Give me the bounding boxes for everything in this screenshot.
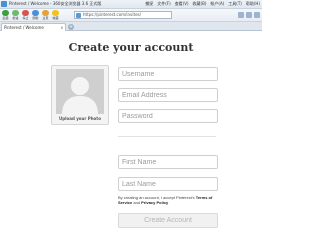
tab-label: Pinterest / Welcome (4, 25, 44, 30)
browser-logo-icon (1, 1, 7, 7)
menu-item-favorites[interactable]: 收藏(B) (193, 1, 207, 7)
upload-photo-box[interactable]: Upload your Photo (51, 65, 109, 125)
tab-pinterest-welcome[interactable]: Pinterest / Welcome x (1, 23, 66, 31)
home-button[interactable]: 主页 (41, 10, 50, 21)
window-title: Pinterest / Welcome - 360安全浏览器 3.6 正式版 (9, 1, 102, 6)
menu-item-help[interactable]: 帮助(H) (246, 1, 260, 7)
menu-item-account[interactable]: 帐户(A) (210, 1, 224, 7)
tab-bar: Pinterest / Welcome x + (0, 22, 262, 31)
site-identity-icon (76, 13, 81, 18)
default-avatar-silhouette (56, 69, 104, 114)
menu-bar: 捕捉 文件(F) 查看(V) 收藏(B) 帐户(A) 工具(T) 帮助(H) (145, 1, 260, 7)
address-bar[interactable]: https://pinterest.com/invites/ (74, 11, 172, 19)
extension-icon[interactable] (254, 12, 260, 18)
first-name-field[interactable] (118, 155, 218, 169)
email-field[interactable] (118, 88, 218, 102)
forward-button[interactable]: 前进 (11, 10, 20, 21)
favorites-button[interactable]: 收藏 (51, 10, 60, 21)
extension-icon[interactable] (246, 12, 252, 18)
menu-item-capture[interactable]: 捕捉 (145, 1, 153, 7)
upload-photo-label[interactable]: Upload your Photo (52, 116, 108, 122)
menu-item-file[interactable]: 文件(F) (157, 1, 170, 7)
address-url: https://pinterest.com/invites/ (83, 12, 141, 17)
privacy-policy-link[interactable]: Privacy Policy (141, 200, 168, 205)
menu-item-tools[interactable]: 工具(T) (228, 1, 242, 7)
password-field[interactable] (118, 109, 218, 123)
browser-title-bar: Pinterest / Welcome - 360安全浏览器 3.6 正式版 捕… (0, 0, 262, 9)
last-name-field[interactable] (118, 177, 218, 191)
create-account-button[interactable]: Create Account (118, 213, 218, 228)
close-tab-icon[interactable]: x (61, 24, 63, 31)
form-divider (118, 136, 216, 137)
username-field[interactable] (118, 67, 218, 81)
stop-button[interactable]: 停止 (21, 10, 30, 21)
browser-toolbar: 后退 前进 停止 刷新 主页 收藏 https://pinterest.com/… (0, 9, 262, 22)
extension-icon[interactable] (238, 12, 244, 18)
new-tab-button[interactable]: + (68, 24, 74, 30)
back-button[interactable]: 后退 (1, 10, 10, 21)
toolbar-extensions (238, 12, 260, 18)
refresh-button[interactable]: 刷新 (31, 10, 40, 21)
page-title: Create your account (68, 41, 194, 54)
terms-notice: By creating an account, I accept Pintere… (118, 195, 213, 205)
avatar-icon (56, 69, 104, 114)
menu-item-view[interactable]: 查看(V) (175, 1, 189, 7)
